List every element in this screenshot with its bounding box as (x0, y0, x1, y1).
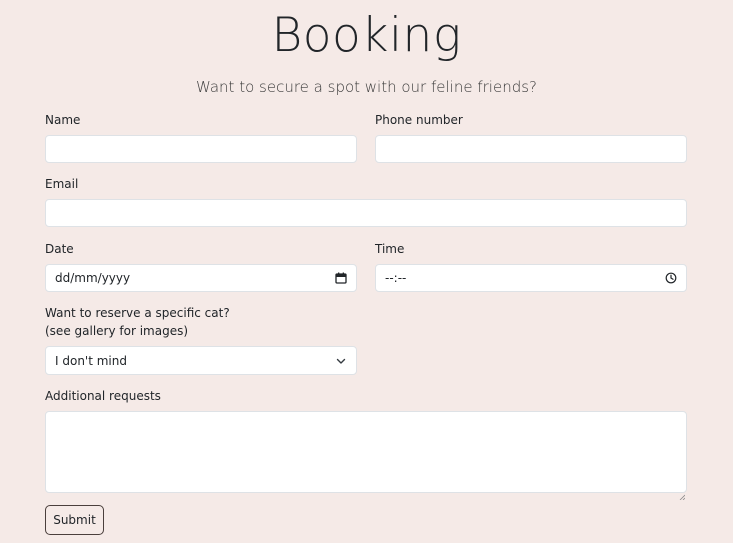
cat-select-value: I don't mind (55, 353, 127, 368)
date-placeholder: dd/mm/yyyy (55, 271, 131, 285)
page-title: Booking (271, 8, 462, 63)
resize-handle-icon[interactable] (679, 485, 686, 501)
time-label: Time (375, 242, 405, 256)
phone-input[interactable] (375, 135, 687, 163)
clock-icon[interactable] (665, 272, 677, 284)
cat-label-line1: Want to reserve a specific cat? (45, 306, 230, 320)
requests-label: Additional requests (45, 389, 161, 403)
time-placeholder: --:-- (385, 271, 407, 285)
email-label: Email (45, 177, 79, 191)
cat-select[interactable]: I don't mind (45, 346, 357, 375)
date-label: Date (45, 242, 74, 256)
date-input[interactable]: dd/mm/yyyy (45, 264, 357, 292)
submit-button[interactable]: Submit (45, 505, 104, 535)
cat-label-line2: (see gallery for images) (45, 324, 189, 338)
calendar-icon[interactable] (335, 272, 347, 284)
name-input[interactable] (45, 135, 357, 163)
page-subtitle: Want to secure a spot with our feline fr… (195, 78, 537, 96)
name-label: Name (45, 113, 81, 127)
time-input[interactable]: --:-- (375, 264, 687, 292)
chevron-down-icon (335, 355, 347, 367)
phone-label: Phone number (375, 113, 463, 127)
email-input[interactable] (45, 199, 687, 227)
requests-textarea[interactable] (45, 411, 687, 501)
